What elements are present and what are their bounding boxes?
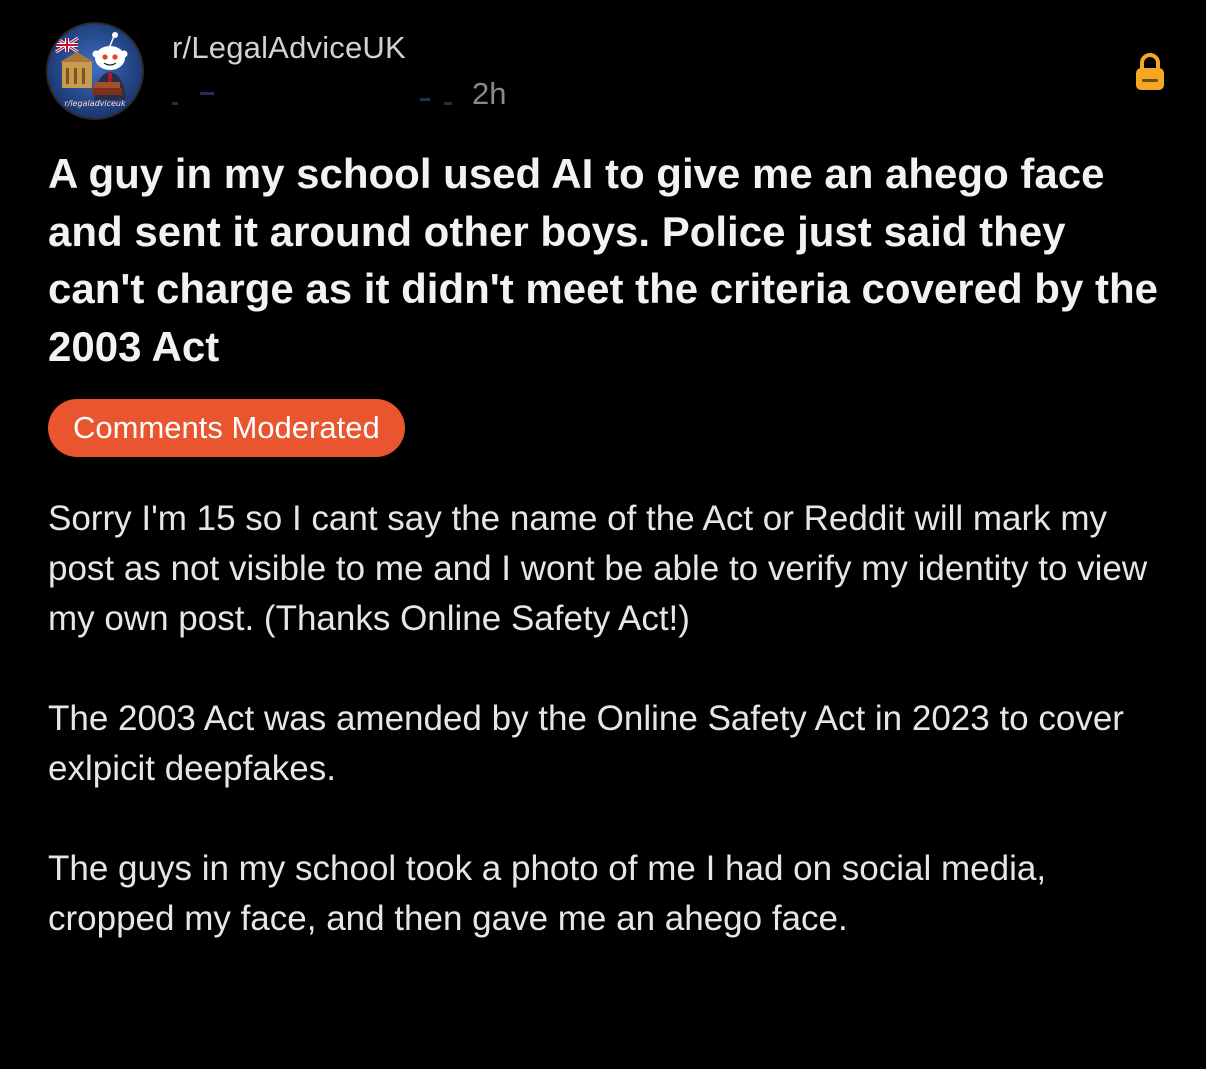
post-detail: r/legaladviceuk r/LegalAdviceUK 2h A guy… [0,0,1206,1069]
post-body: Sorry I'm 15 so I cant say the name of t… [48,494,1168,994]
post-age: 2h [472,76,507,111]
comments-moderated-flair[interactable]: Comments Moderated [48,399,405,457]
redaction-mark [444,102,452,105]
username-redacted [172,84,462,114]
subreddit-name[interactable]: r/LegalAdviceUK [172,30,406,66]
body-paragraph: The guys in my school took a photo of me… [48,849,1047,938]
post-meta: 2h [172,76,572,116]
post-header: r/legaladviceuk r/LegalAdviceUK 2h [48,24,1198,120]
subreddit-avatar[interactable]: r/legaladviceuk [48,24,142,118]
post-title: A guy in my school used AI to give me an… [48,150,1158,370]
body-paragraph: Sorry I'm 15 so I cant say the name of t… [48,499,1148,638]
lock-icon [1134,52,1166,92]
body-paragraph: The 2003 Act was amended by the Online S… [48,699,1124,788]
avatar-caption: r/legaladviceuk [64,99,126,108]
redaction-mark [172,102,178,105]
redaction-mark [200,92,214,95]
redaction-mark [420,98,430,101]
